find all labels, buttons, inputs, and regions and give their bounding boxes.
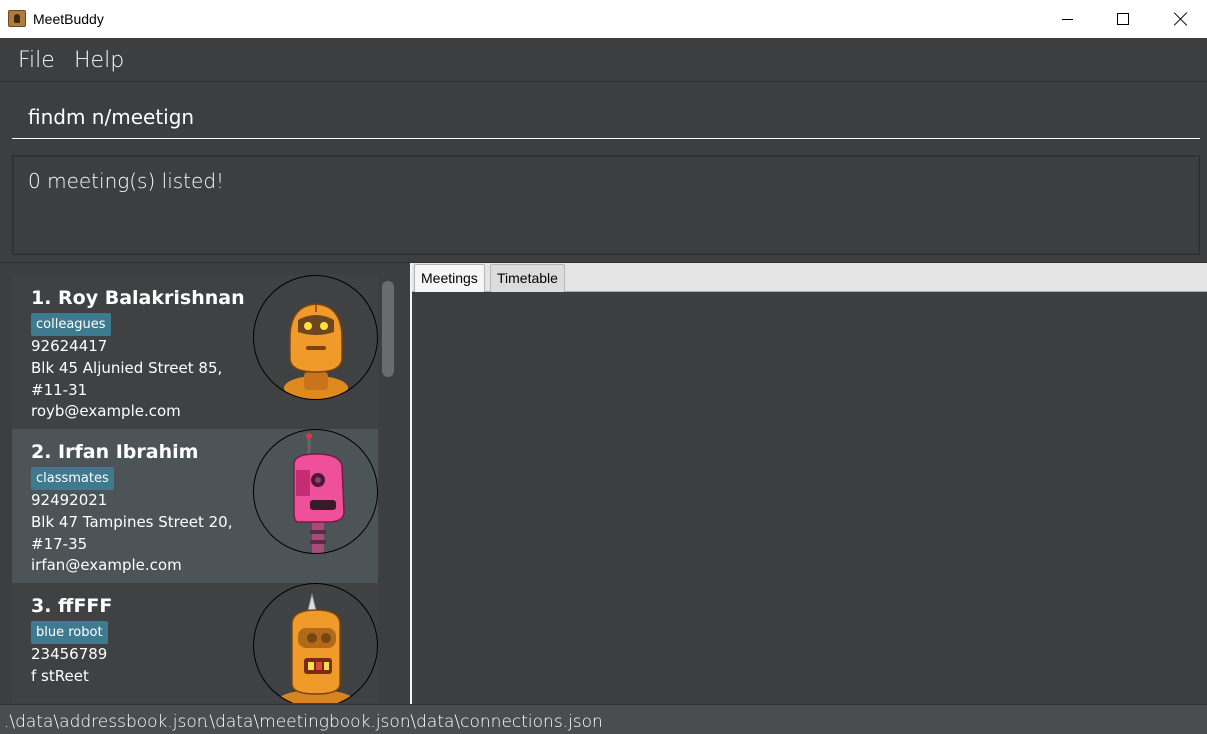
person-tag: blue robot — [31, 621, 108, 644]
status-addressbook-path: .\data\addressbook.json — [4, 712, 208, 732]
close-button[interactable] — [1158, 0, 1204, 38]
person-name: 1. Roy Balakrishnan — [31, 287, 245, 309]
person-phone: 92492021 — [31, 491, 108, 509]
meetings-panel — [412, 292, 1207, 704]
person-phone: 92624417 — [31, 337, 108, 355]
status-connections-path: .\data\connections.json — [405, 712, 603, 732]
command-box — [0, 83, 1207, 147]
person-name: 3. ffFFF — [31, 595, 113, 617]
title-bar: MeetBuddy — [0, 0, 1207, 38]
menu-bar: File Help — [0, 38, 1207, 82]
person-card[interactable]: 1. Roy Balakrishnan colleagues 92624417 … — [12, 275, 378, 429]
minimize-button[interactable] — [1044, 0, 1090, 38]
minimize-icon — [1061, 18, 1073, 20]
person-phone: 23456789 — [31, 645, 108, 663]
person-list-scrollbar[interactable] — [382, 281, 394, 377]
person-tag: colleagues — [31, 313, 111, 336]
person-card[interactable]: 2. Irfan Ibrahim classmates 92492021 Blk… — [12, 429, 378, 583]
result-message: 0 meeting(s) listed! — [28, 169, 225, 193]
orange-robot-icon — [253, 275, 378, 400]
result-display: 0 meeting(s) listed! — [12, 155, 1200, 255]
menu-help[interactable]: Help — [74, 48, 124, 73]
maximize-button[interactable] — [1100, 0, 1146, 38]
tab-timetable[interactable]: Timetable — [490, 264, 565, 292]
person-name: 2. Irfan Ibrahim — [31, 441, 199, 463]
person-email: irfan@example.com — [31, 556, 182, 574]
window-title: MeetBuddy — [33, 11, 104, 27]
orange-horned-robot-icon — [253, 583, 378, 703]
menu-file[interactable]: File — [18, 48, 55, 73]
person-address: f stReet — [31, 667, 89, 685]
maximize-icon — [1117, 13, 1129, 25]
person-email: royb@example.com — [31, 402, 181, 420]
person-address: Blk 47 Tampines Street 20, — [31, 513, 233, 531]
tab-header: Meetings Timetable — [412, 263, 1207, 292]
command-input[interactable] — [12, 95, 1200, 139]
person-address: Blk 45 Aljunied Street 85, — [31, 359, 223, 377]
person-tag: classmates — [31, 467, 114, 490]
status-bar: .\data\addressbook.json .\data\meetingbo… — [0, 704, 1207, 734]
pink-robot-icon — [253, 429, 378, 554]
close-icon — [1174, 12, 1188, 26]
person-address-unit: #17-35 — [31, 535, 88, 553]
person-address-unit: #11-31 — [31, 381, 88, 399]
tab-meetings[interactable]: Meetings — [414, 264, 485, 292]
person-card[interactable]: 3. ffFFF blue robot 23456789 f stReet — [12, 583, 378, 703]
app-icon — [8, 10, 26, 27]
person-list[interactable]: 1. Roy Balakrishnan colleagues 92624417 … — [0, 263, 410, 703]
status-meetingbook-path: .\data\meetingbook.json — [204, 712, 411, 732]
